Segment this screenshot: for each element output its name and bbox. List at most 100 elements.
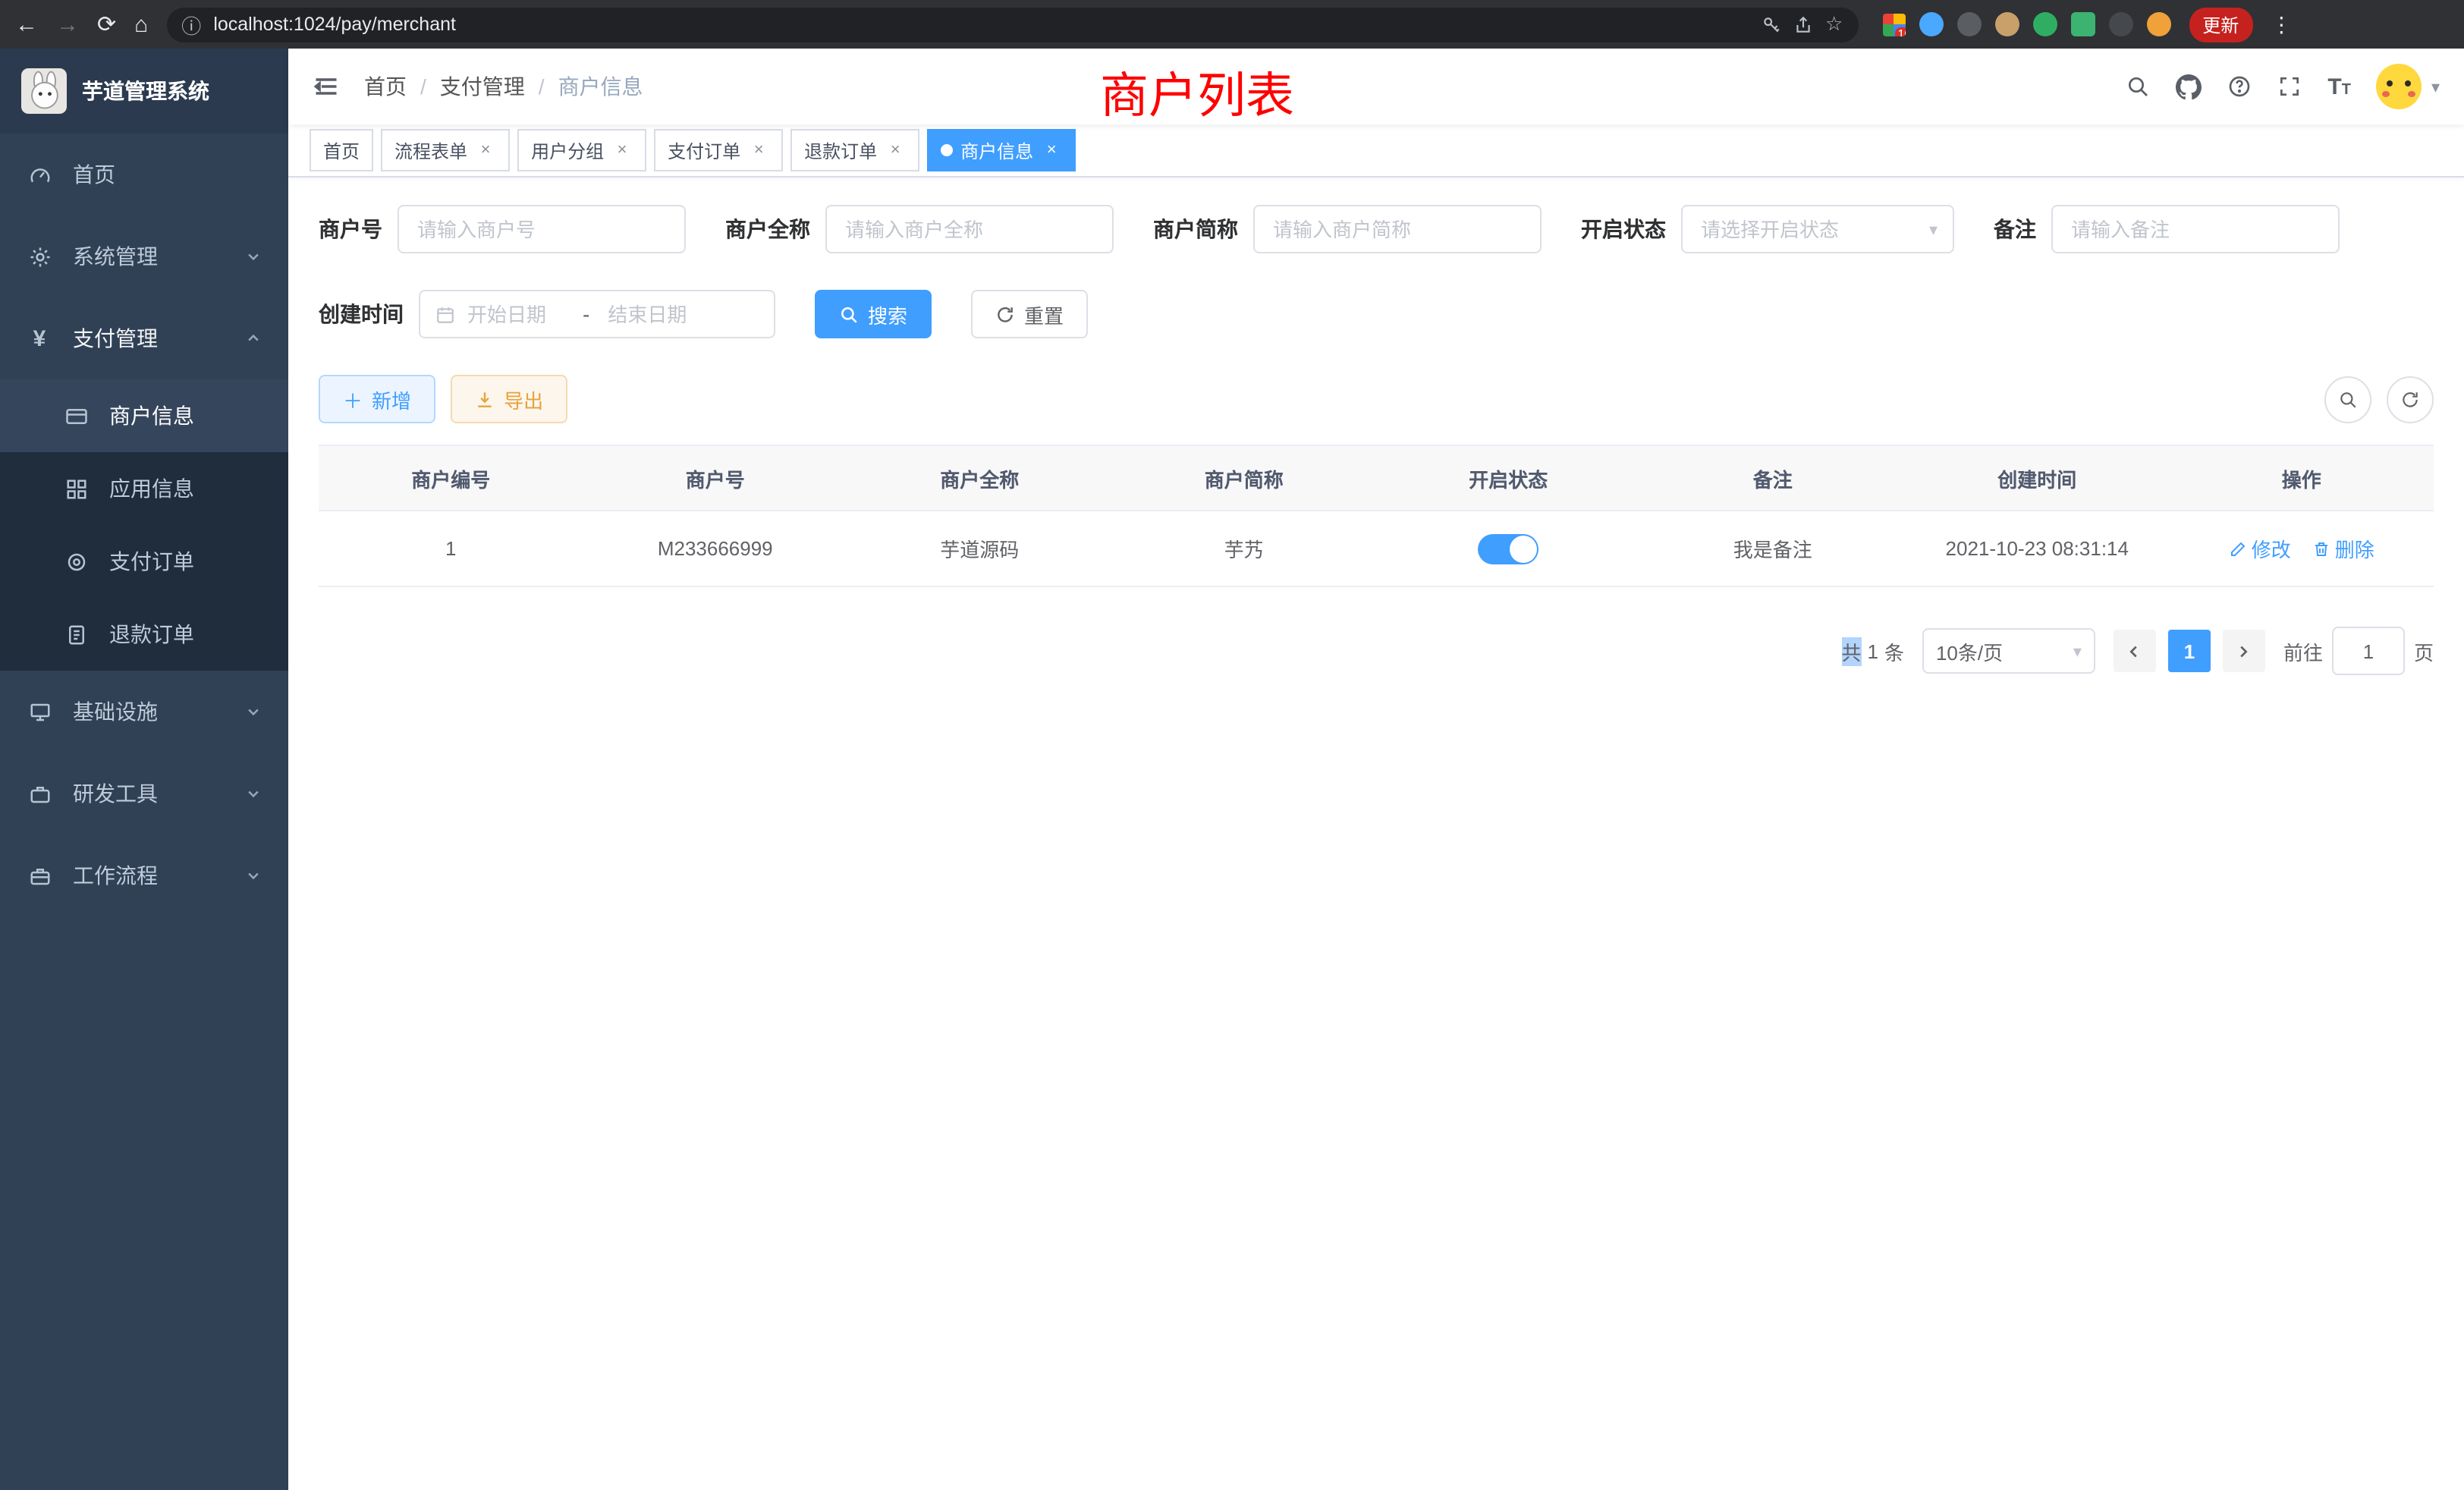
back-icon[interactable]: ← xyxy=(15,13,38,36)
merchant-no-input[interactable] xyxy=(398,205,686,253)
sidebar-item-pay[interactable]: ¥ 支付管理 xyxy=(0,297,288,379)
tag-refund-order[interactable]: 退款订单 × xyxy=(790,129,919,171)
prev-page-button[interactable] xyxy=(2114,630,2156,672)
date-range-picker[interactable]: - xyxy=(419,290,775,338)
password-key-icon[interactable] xyxy=(1762,14,1781,34)
tags-view: 首页 流程表单 × 用户分组 × 支付订单 × 退款订单 × xyxy=(288,124,2464,178)
bookmark-star-icon[interactable]: ☆ xyxy=(1825,12,1843,36)
home-icon[interactable]: ⌂ xyxy=(134,13,148,36)
sidebar-item-app-info[interactable]: 应用信息 xyxy=(0,452,288,525)
page-size-select[interactable]: 10条/页 ▾ xyxy=(1922,628,2095,674)
profile-avatar-icon[interactable] xyxy=(2146,12,2170,36)
short-name-input[interactable] xyxy=(1253,205,1542,253)
close-icon[interactable]: × xyxy=(885,140,906,161)
url-bar[interactable]: ⓘ localhost:1024/pay/merchant ☆ xyxy=(166,7,1858,42)
sidebar-item-infra[interactable]: 基础设施 xyxy=(0,671,288,753)
font-size-icon[interactable]: TT xyxy=(2327,75,2351,98)
dashboard-icon xyxy=(27,163,52,186)
merchant-table: 商户编号 商户号 商户全称 商户简称 开启状态 备注 创建时间 操作 1 xyxy=(319,445,2434,587)
short-name-field[interactable] xyxy=(1270,216,1525,242)
add-button[interactable]: ＋ 新增 xyxy=(319,375,435,423)
remark-field[interactable] xyxy=(2068,216,2323,242)
sidebar-item-dev-tools[interactable]: 研发工具 xyxy=(0,753,288,835)
cell-actions: 修改 删除 xyxy=(2170,511,2434,586)
browser-menu-icon[interactable]: ⋮ xyxy=(2271,11,2292,37)
sidebar-item-merchant-info[interactable]: 商户信息 xyxy=(0,379,288,452)
extension-blue-icon[interactable] xyxy=(1919,12,1943,36)
toggle-search-button[interactable] xyxy=(2324,376,2371,423)
next-page-button[interactable] xyxy=(2223,630,2265,672)
close-icon[interactable]: × xyxy=(611,140,633,161)
main-area: 首页 / 支付管理 / 商户信息 商户列表 xyxy=(288,49,2464,1490)
extension-tan-icon[interactable] xyxy=(1994,12,2019,36)
sidebar-item-system[interactable]: 系统管理 xyxy=(0,215,288,297)
search-button[interactable]: 搜索 xyxy=(815,290,932,338)
user-menu[interactable]: ▾ xyxy=(2377,64,2440,109)
table-header-row: 商户编号 商户号 商户全称 商户简称 开启状态 备注 创建时间 操作 xyxy=(319,445,2434,511)
full-name-field[interactable] xyxy=(842,216,1097,242)
help-icon[interactable] xyxy=(2227,74,2252,99)
field-label: 商户号 xyxy=(319,214,382,244)
tag-home[interactable]: 首页 xyxy=(310,129,373,171)
status-field[interactable] xyxy=(1698,216,1920,242)
sidebar-logo[interactable]: 芋道管理系统 xyxy=(0,49,288,134)
extension-green-doc-icon[interactable] xyxy=(2070,12,2095,36)
sidebar-item-label: 研发工具 xyxy=(73,778,158,809)
filter-merchant-no: 商户号 xyxy=(319,205,686,253)
link-label: 删除 xyxy=(2335,534,2374,563)
tag-process-form[interactable]: 流程表单 × xyxy=(381,129,510,171)
page-1-button[interactable]: 1 xyxy=(2168,630,2211,672)
full-name-input[interactable] xyxy=(825,205,1114,253)
remark-input[interactable] xyxy=(2051,205,2340,253)
extension-pinwheel-icon[interactable] xyxy=(2108,12,2132,36)
tag-merchant-info[interactable]: 商户信息 × xyxy=(927,129,1076,171)
logo-avatar xyxy=(21,68,67,114)
breadcrumb-separator: / xyxy=(420,74,426,99)
breadcrumb-home[interactable]: 首页 xyxy=(364,71,407,102)
end-date-field[interactable] xyxy=(605,301,708,327)
close-icon[interactable]: × xyxy=(748,140,769,161)
extension-dark-icon[interactable] xyxy=(1956,12,1981,36)
status-select[interactable]: ▾ xyxy=(1681,205,1954,253)
fullscreen-icon[interactable] xyxy=(2277,74,2302,99)
reset-button[interactable]: 重置 xyxy=(971,290,1088,338)
filter-status: 开启状态 ▾ xyxy=(1581,205,1954,253)
extension-green-circle-icon[interactable] xyxy=(2032,12,2057,36)
close-icon[interactable]: × xyxy=(1041,140,1062,161)
tag-pay-order[interactable]: 支付订单 × xyxy=(654,129,783,171)
search-icon[interactable] xyxy=(2126,74,2150,99)
yen-icon: ¥ xyxy=(27,325,52,351)
cell-merchant-no: M233666999 xyxy=(583,511,848,586)
goto-page-input[interactable] xyxy=(2332,627,2405,675)
tag-label: 流程表单 xyxy=(394,137,467,163)
forward-icon[interactable]: → xyxy=(56,13,79,36)
chevron-down-icon xyxy=(246,868,261,883)
sidebar-item-pay-order[interactable]: 支付订单 xyxy=(0,525,288,598)
sidebar-item-workflow[interactable]: 工作流程 xyxy=(0,835,288,916)
toolbar-right xyxy=(2324,376,2434,423)
breadcrumb-pay[interactable]: 支付管理 xyxy=(440,71,525,102)
close-icon[interactable]: × xyxy=(475,140,496,161)
tag-user-group[interactable]: 用户分组 × xyxy=(517,129,646,171)
field-label: 开启状态 xyxy=(1581,214,1666,244)
github-icon[interactable] xyxy=(2176,74,2202,99)
search-icon xyxy=(839,304,859,324)
chevron-down-icon xyxy=(246,249,261,264)
share-icon[interactable] xyxy=(1793,14,1813,34)
delete-link[interactable]: 删除 xyxy=(2312,534,2374,563)
refresh-table-button[interactable] xyxy=(2387,376,2434,423)
browser-update-button[interactable]: 更新 xyxy=(2189,7,2252,42)
hamburger-icon[interactable] xyxy=(313,73,340,100)
status-toggle[interactable] xyxy=(1478,533,1538,564)
merchant-no-field[interactable] xyxy=(414,216,669,242)
sidebar-item-refund-order[interactable]: 退款订单 xyxy=(0,598,288,671)
site-info-icon[interactable]: ⓘ xyxy=(181,10,201,39)
toolbox-icon xyxy=(27,782,52,805)
edit-link[interactable]: 修改 xyxy=(2229,534,2291,563)
refresh-icon[interactable]: ⟳ xyxy=(97,13,116,36)
start-date-field[interactable] xyxy=(464,301,567,327)
export-button[interactable]: 导出 xyxy=(451,375,567,423)
sidebar-item-home[interactable]: 首页 xyxy=(0,134,288,215)
cell-full-name: 芋道源码 xyxy=(847,511,1112,586)
extension-puzzle-icon[interactable]: 10 xyxy=(1882,13,1905,36)
